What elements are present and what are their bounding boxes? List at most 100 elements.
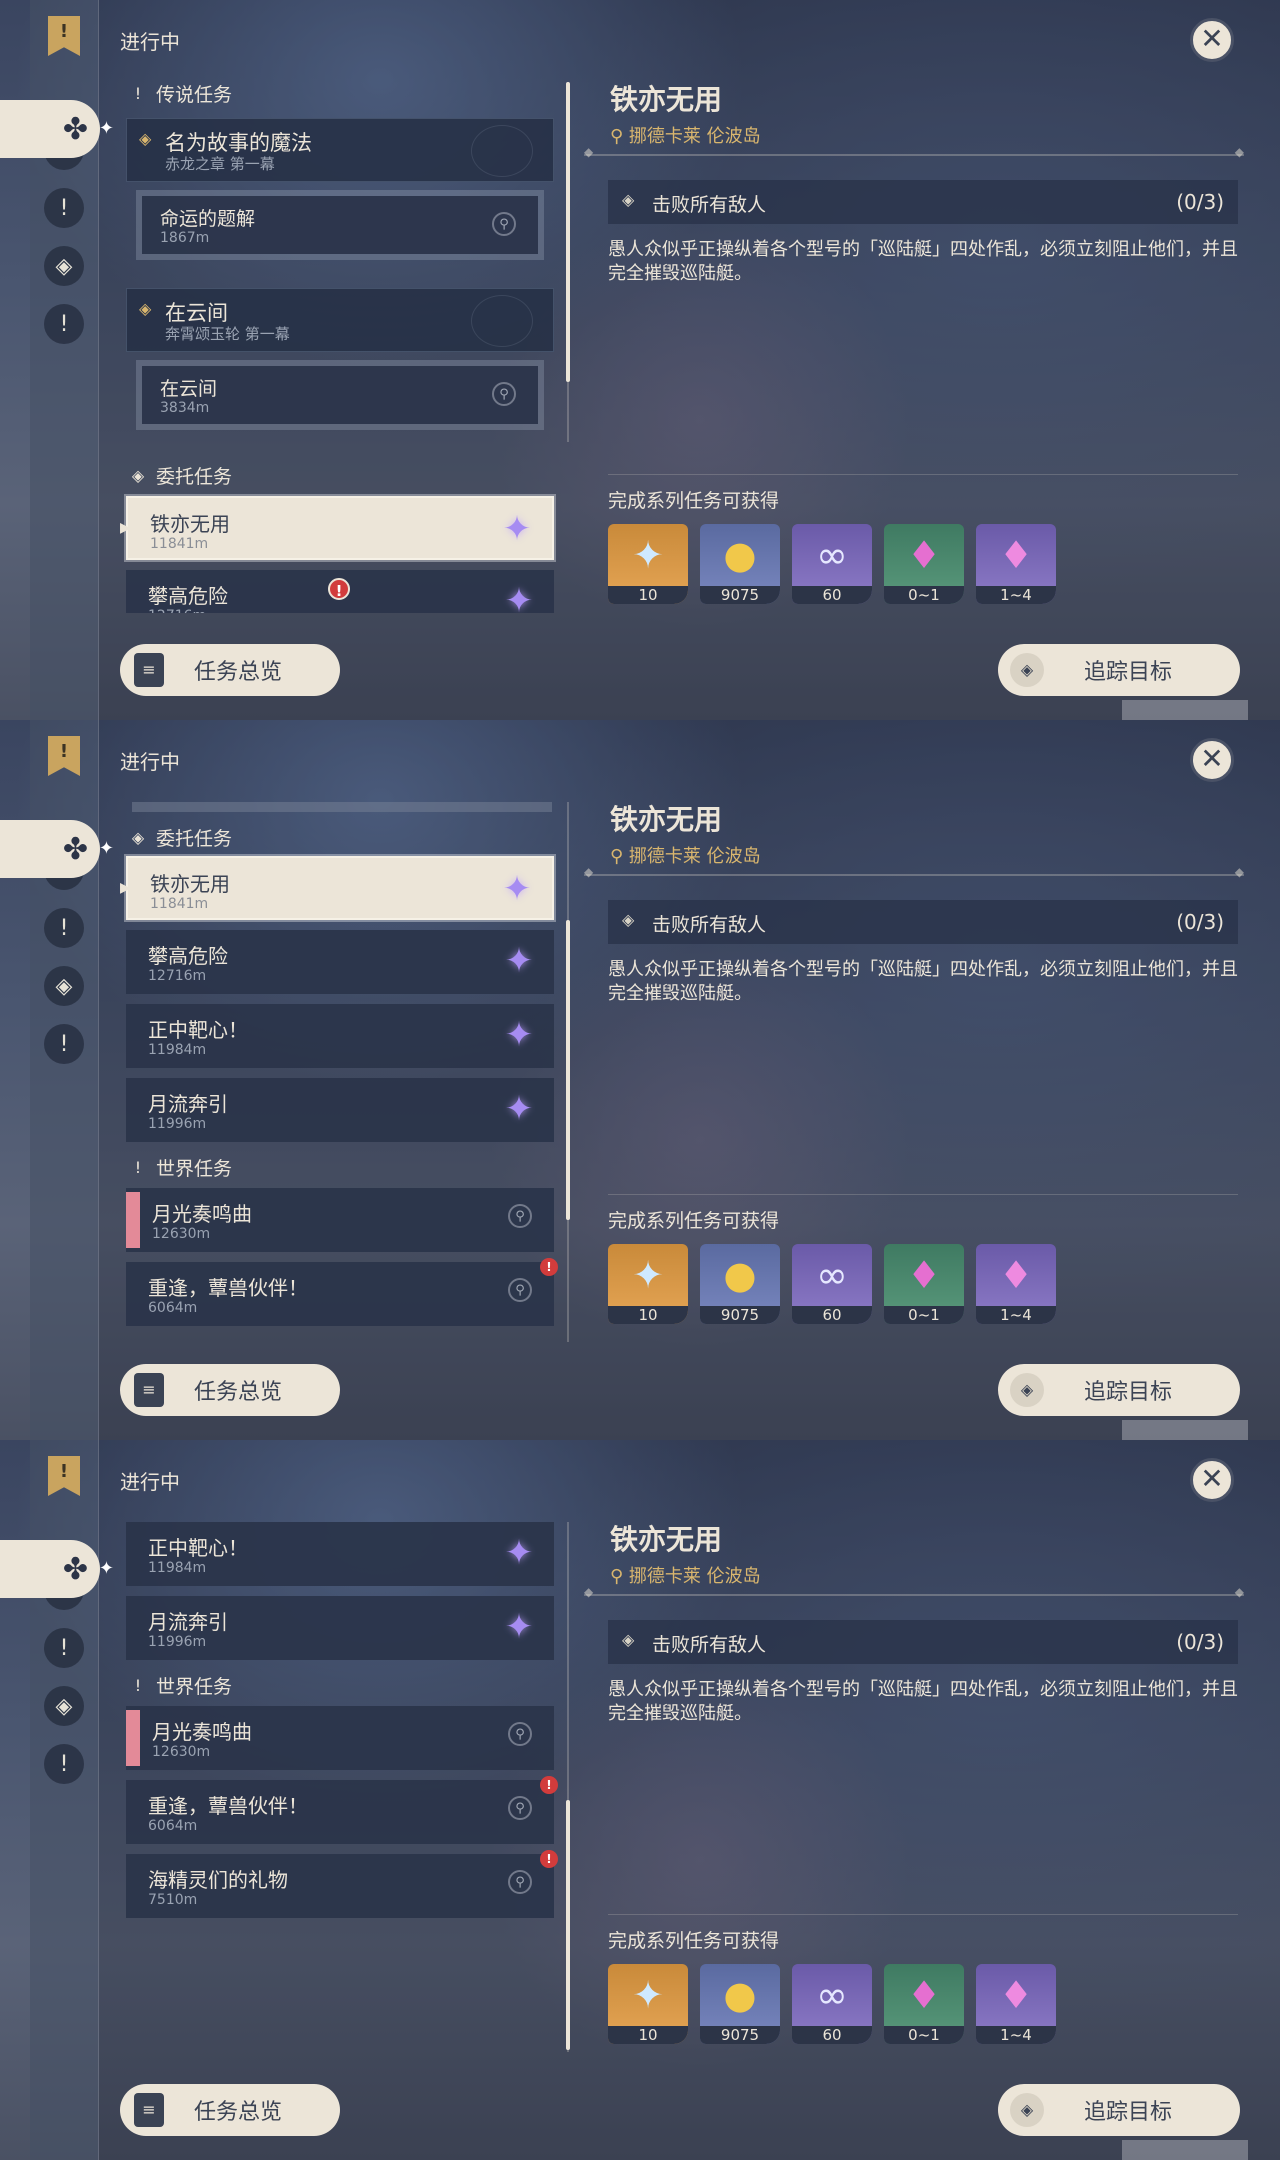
world-quest-icon[interactable]: ! (44, 1024, 84, 1064)
quest-item[interactable]: 重逢，蕈兽伙伴！ 6064m ! ⚲ (126, 1776, 558, 1844)
reward-mora[interactable]: ● 9075 (700, 1964, 780, 2044)
reward-count: 0~1 (884, 2026, 964, 2044)
button-label: 任务总览 (194, 660, 283, 685)
world-quest-icon[interactable]: ! (44, 1744, 84, 1784)
quest-detail: 铁亦无用 ⚲ 挪德卡莱 伦波岛 ◈ 击败所有敌人 (0/3) 愚人众似乎正操纵着… (584, 1440, 1244, 2080)
commission-section-icon: ◈ (131, 465, 145, 485)
quest-type-bar (126, 1710, 140, 1766)
archon-quest-tab[interactable]: ✤ ✦ (0, 820, 114, 878)
commission-section-icon: ◈ (131, 827, 145, 847)
mora-icon: ● (723, 1253, 757, 1297)
track-button[interactable]: ◈ 追踪目标 (998, 2084, 1240, 2136)
sparkle-icon: ✦ (98, 118, 114, 139)
reward-companionship[interactable]: ∞ 60 (792, 1964, 872, 2044)
reward-primogem[interactable]: ✦ 10 (608, 1964, 688, 2044)
bookmark-icon[interactable]: ! (48, 1456, 80, 1496)
track-diamond-icon: ◈ (1010, 2093, 1044, 2127)
quest-list[interactable]: 正中靶心！ 11984m ✦ 月流奔引 11996m ✦ ! 世界任务 月光奏鸣曲… (120, 1518, 560, 2053)
bookmark-icon[interactable]: ! (48, 736, 80, 776)
quest-list[interactable]: ◈ 委托任务 ▶ 铁亦无用 11841m ✦ 攀高危险 12716m ✦ 正中靶心… (120, 798, 560, 1333)
scrollbar-thumb[interactable] (566, 82, 570, 382)
track-button[interactable]: ◈ 追踪目标 (998, 1364, 1240, 1416)
hangout-quest-icon[interactable]: ! (44, 1628, 84, 1668)
quest-item[interactable]: 月流奔引 11996m ✦ (126, 1078, 554, 1142)
archon-quest-tab[interactable]: ✤ ✦ (0, 100, 114, 158)
companionship-icon: ∞ (816, 1973, 848, 2017)
quest-item-selected[interactable]: ▶ 铁亦无用 11841m ✦ (120, 496, 554, 560)
quest-step[interactable]: 命运的题解 1867m ⚲ (136, 190, 544, 260)
reward-companionship[interactable]: ∞ 60 (792, 1244, 872, 1324)
map-pin-icon[interactable]: ⚲ (508, 1796, 532, 1820)
quest-header[interactable]: ◈ 名为故事的魔法 赤龙之章 第一幕 (126, 118, 554, 182)
reward-crystal-large[interactable]: ♦ 1~4 (976, 1964, 1056, 2044)
quest-item[interactable]: 正中靶心！ 11984m ✦ (126, 1004, 554, 1068)
quest-step[interactable]: 在云间 3834m ⚲ (136, 360, 544, 430)
map-pin-icon[interactable]: ⚲ (508, 1722, 532, 1746)
quest-item[interactable]: 正中靶心！ 11984m ✦ (126, 1522, 554, 1586)
reward-crystal-small[interactable]: ♦ 0~1 (884, 1964, 964, 2044)
reward-primogem[interactable]: ✦ 10 (608, 1244, 688, 1324)
selection-arrow-icon: ▶ (120, 880, 131, 896)
location-pin-icon: ⚲ (610, 126, 629, 147)
scrollbar-thumb[interactable] (566, 1800, 570, 2050)
bottom-strip (1122, 700, 1248, 720)
commission-icon[interactable]: ◈ (44, 1686, 84, 1726)
quest-distance: 1867m (160, 230, 210, 246)
reward-crystal-large[interactable]: ♦ 1~4 (976, 524, 1056, 604)
primogem-icon: ✦ (632, 533, 664, 577)
quest-item-distance: 12716m (148, 608, 206, 613)
quest-overview-button[interactable]: ≡ 任务总览 (120, 644, 340, 696)
quest-item-distance: 6064m (148, 1818, 198, 1834)
track-button[interactable]: ◈ 追踪目标 (998, 644, 1240, 696)
quest-item[interactable]: 海精灵们的礼物 7510m ! ⚲ (126, 1850, 558, 1918)
reward-crystal-small[interactable]: ♦ 0~1 (884, 524, 964, 604)
quest-item[interactable]: 攀高危险 12716m ! ✦ (126, 570, 554, 613)
reward-companionship[interactable]: ∞ 60 (792, 524, 872, 604)
map-pin-icon[interactable]: ⚲ (492, 212, 516, 236)
reward-crystal-large[interactable]: ♦ 1~4 (976, 1244, 1056, 1324)
quest-item[interactable]: 月光奏鸣曲 12630m ⚲ (126, 1188, 554, 1252)
bottom-strip (1122, 2140, 1248, 2160)
quest-item[interactable]: 月光奏鸣曲 12630m ⚲ (126, 1706, 554, 1770)
reward-primogem[interactable]: ✦ 10 (608, 524, 688, 604)
bookmark-icon[interactable]: ! (48, 16, 80, 56)
reward-count: 1~4 (976, 1306, 1056, 1324)
reward-mora[interactable]: ● 9075 (700, 524, 780, 604)
quest-item-title: 月光奏鸣曲 (152, 1720, 252, 1744)
reward-mora[interactable]: ● 9075 (700, 1244, 780, 1324)
map-pin-icon[interactable]: ⚲ (508, 1278, 532, 1302)
quest-item-distance: 11996m (148, 1634, 207, 1650)
quest-overview-button[interactable]: ≡ 任务总览 (120, 2084, 340, 2136)
rewards-list: ✦ 10 ● 9075 ∞ 60 ♦ 0~1 ♦ 1~4 (608, 1244, 1056, 1324)
quest-item[interactable]: 月流奔引 11996m ✦ (126, 1596, 554, 1660)
reward-crystal-small[interactable]: ♦ 0~1 (884, 1244, 964, 1324)
commission-star-icon: ✦ (504, 941, 534, 981)
detail-location: ⚲ 挪德卡莱 伦波岛 (610, 1562, 761, 1588)
map-pin-icon[interactable]: ⚲ (492, 382, 516, 406)
quest-item[interactable]: 攀高危险 12716m ✦ (126, 930, 554, 994)
map-pin-icon[interactable]: ⚲ (508, 1204, 532, 1228)
quest-item[interactable]: 重逢，蕈兽伙伴！ 6064m ! ⚲ (126, 1258, 558, 1326)
world-quest-icon: ! (134, 1675, 142, 1695)
objective-text: 击败所有敌人 (652, 914, 767, 936)
quest-item-distance: 11841m (150, 536, 209, 552)
hangout-quest-icon[interactable]: ! (44, 908, 84, 948)
world-quest-icon: ! (134, 1157, 142, 1177)
quest-item-distance: 12630m (152, 1744, 211, 1760)
primogem-icon: ✦ (632, 1973, 664, 2017)
quest-item-title: 海精灵们的礼物 (148, 1868, 288, 1892)
quest-overview-button[interactable]: ≡ 任务总览 (120, 1364, 340, 1416)
companionship-icon: ∞ (816, 533, 848, 577)
world-quest-icon[interactable]: ! (44, 304, 84, 344)
reward-count: 60 (792, 2026, 872, 2044)
section-label: 世界任务 (156, 1675, 233, 1698)
commission-icon[interactable]: ◈ (44, 966, 84, 1006)
quest-list[interactable]: ! 传说任务 ◈ 名为故事的魔法 赤龙之章 第一幕 命运的题解 1867m ⚲ ◈… (120, 78, 560, 613)
hangout-quest-icon[interactable]: ! (44, 188, 84, 228)
quest-item-selected[interactable]: ▶ 铁亦无用 11841m ✦ (120, 856, 554, 920)
archon-quest-tab[interactable]: ✤ ✦ (0, 1540, 114, 1598)
scrollbar-thumb[interactable] (566, 920, 570, 1220)
map-pin-icon[interactable]: ⚲ (508, 1870, 532, 1894)
commission-icon[interactable]: ◈ (44, 246, 84, 286)
quest-header[interactable]: ◈ 在云间 奔霄颂玉轮 第一幕 (126, 288, 554, 352)
